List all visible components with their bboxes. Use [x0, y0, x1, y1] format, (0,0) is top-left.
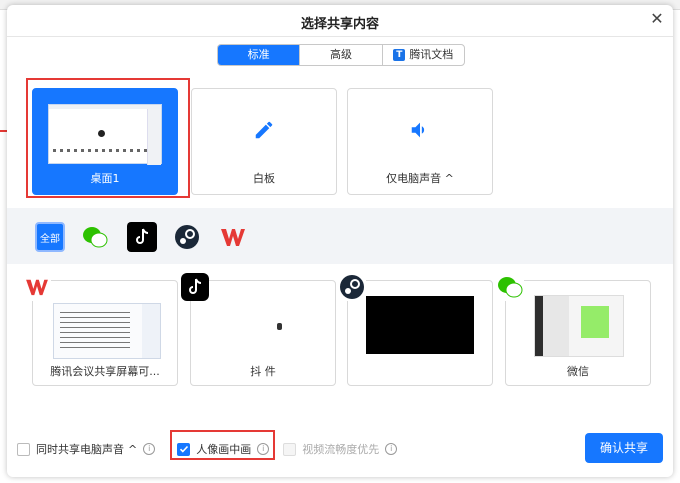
chevron-up-icon[interactable]: ^: [128, 443, 137, 456]
mode-tabs: 标准 高级 T 腾讯文档: [217, 44, 465, 66]
share-audio-checkbox[interactable]: [17, 442, 30, 456]
steam-icon: [338, 273, 366, 301]
wps-icon: [23, 273, 51, 301]
info-icon[interactable]: i: [143, 443, 156, 455]
highlight-box-desktop: [26, 78, 190, 198]
confirm-share-button[interactable]: 确认共享: [585, 433, 663, 463]
speaker-icon: [348, 119, 492, 145]
filter-all[interactable]: 全部: [35, 222, 65, 252]
tiktok-icon: [181, 273, 209, 301]
wechat-icon[interactable]: [80, 222, 110, 252]
tab-advanced[interactable]: 高级: [300, 45, 383, 65]
chevron-up-icon[interactable]: ^: [445, 172, 454, 185]
dialog-title: 选择共享内容: [300, 17, 379, 32]
share-card-whiteboard[interactable]: 白板: [191, 88, 337, 195]
app-window-label: 抖 件: [250, 365, 276, 378]
video-smooth-label: 视频流畅度优先: [302, 443, 380, 456]
app-window-wps[interactable]: 腾讯会议共享屏幕可...: [23, 273, 178, 386]
wechat-icon: [496, 273, 524, 301]
tencent-docs-icon: T: [393, 49, 406, 61]
close-icon[interactable]: ✕: [649, 11, 665, 27]
wps-icon[interactable]: [218, 222, 248, 252]
tab-standard[interactable]: 标准: [218, 45, 301, 65]
window-thumbnail: [53, 303, 161, 359]
share-card-audio-only[interactable]: 仅电脑声音 ^: [347, 88, 493, 195]
pen-icon: [192, 119, 336, 145]
window-thumbnail: [366, 296, 474, 354]
video-smooth-checkbox[interactable]: [283, 442, 297, 456]
tab-tencent-docs[interactable]: T 腾讯文档: [383, 45, 464, 65]
app-window-label: 腾讯会议共享屏幕可...: [50, 365, 160, 378]
app-window-steam[interactable]: [338, 273, 493, 386]
app-window-tiktok[interactable]: 抖 件: [181, 273, 336, 386]
app-window-wechat[interactable]: 微信: [496, 273, 651, 386]
video-smooth-option: 视频流畅度优先 i: [283, 441, 398, 457]
title-divider: [7, 36, 673, 37]
window-thumbnail: [534, 295, 624, 357]
app-window-label: 微信: [567, 365, 589, 378]
info-icon[interactable]: i: [385, 443, 398, 455]
share-audio-label: 同时共享电脑声音: [36, 443, 124, 456]
share-content-dialog: 选择共享内容 ✕ 标准 高级 T 腾讯文档 桌面1 白板 仅电脑声音 ^ 全部 …: [7, 5, 673, 477]
highlight-box-pip: [170, 430, 275, 460]
window-thumbnail: [277, 323, 282, 330]
share-card-label: 白板: [253, 172, 275, 185]
tiktok-icon[interactable]: [127, 222, 157, 252]
share-card-label: 仅电脑声音 ^: [386, 172, 454, 185]
steam-icon[interactable]: [172, 222, 202, 252]
